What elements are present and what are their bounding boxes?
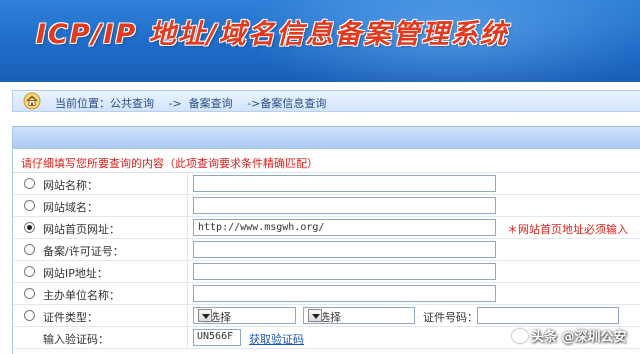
divider	[187, 173, 188, 195]
divider	[187, 239, 188, 261]
page-title: ICP/IP 地址/域名信息备案管理系统	[36, 19, 509, 50]
breadcrumb-text: 当前位置：公共查询 -> 备案查询 ->备案信息查询	[55, 97, 327, 110]
divider	[187, 283, 188, 305]
site-domain-input[interactable]	[193, 197, 496, 214]
row-site-ip: 网站IP地址：	[13, 261, 640, 283]
radio-cert-type[interactable]	[24, 310, 35, 321]
notice-text: 请仔细填写您所要查询的内容（此项查询要求条件精确匹配）	[13, 149, 640, 173]
label-site-name: 网站名称：	[43, 179, 98, 192]
query-panel: 请仔细填写您所要查询的内容（此项查询要求条件精确匹配） 网站名称： 网站域名： …	[12, 126, 640, 354]
row-organizer-name: 主办单位名称：	[13, 283, 640, 305]
site-name-input[interactable]	[193, 175, 496, 192]
chat-bubble-icon	[512, 329, 528, 343]
row-site-name: 网站名称：	[13, 173, 640, 195]
radio-site-domain[interactable]	[24, 200, 35, 211]
homepage-url-input[interactable]	[193, 219, 496, 236]
row-site-domain: 网站域名：	[13, 195, 640, 217]
divider	[187, 195, 188, 217]
label-cert-type: 证件类型：	[43, 311, 98, 324]
divider	[187, 305, 188, 327]
panel-header	[13, 126, 640, 149]
chevron-down-icon[interactable]	[198, 309, 212, 322]
cert-subtype-select[interactable]: 请选择	[303, 307, 415, 324]
label-site-domain: 网站域名：	[43, 201, 98, 214]
captcha-image: UN566F	[193, 329, 241, 346]
label-site-ip: 网站IP地址：	[43, 267, 108, 280]
breadcrumb: 当前位置：公共查询 -> 备案查询 ->备案信息查询	[12, 90, 640, 112]
label-homepage-url: 网站首页网址：	[43, 223, 120, 236]
radio-homepage-url[interactable]	[24, 222, 35, 233]
license-number-input[interactable]	[193, 241, 496, 258]
organizer-name-input[interactable]	[193, 285, 496, 302]
divider	[187, 327, 188, 349]
cert-number-input[interactable]	[477, 307, 619, 324]
divider	[187, 217, 188, 239]
cert-type-select[interactable]: 请选择	[193, 307, 296, 324]
required-hint: ＊网站首页地址必须输入	[507, 223, 628, 236]
label-cert-number: 证件号码：	[423, 311, 478, 324]
watermark: 头条 @深圳公安	[512, 326, 627, 345]
radio-organizer-name[interactable]	[24, 288, 35, 299]
label-license-number: 备案/许可证号：	[43, 245, 124, 258]
site-ip-input[interactable]	[193, 263, 496, 280]
chevron-down-icon[interactable]	[308, 309, 322, 322]
label-organizer-name: 主办单位名称：	[43, 289, 120, 302]
row-license-number: 备案/许可证号：	[13, 239, 640, 261]
watermark-text: 头条 @深圳公安	[531, 330, 627, 345]
radio-license-number[interactable]	[24, 244, 35, 255]
label-captcha: 输入验证码：	[43, 333, 109, 346]
row-homepage-url: 网站首页网址： ＊网站首页地址必须输入	[13, 217, 640, 239]
home-icon[interactable]	[23, 92, 41, 110]
row-cert-type: 证件类型： 请选择 请选择 证件号码：	[13, 305, 640, 327]
divider	[187, 261, 188, 283]
header-banner: ICP/IP 地址/域名信息备案管理系统	[0, 0, 640, 82]
radio-site-ip[interactable]	[24, 266, 35, 277]
radio-site-name[interactable]	[24, 178, 35, 189]
get-captcha-link[interactable]: 获取验证码	[249, 331, 304, 347]
